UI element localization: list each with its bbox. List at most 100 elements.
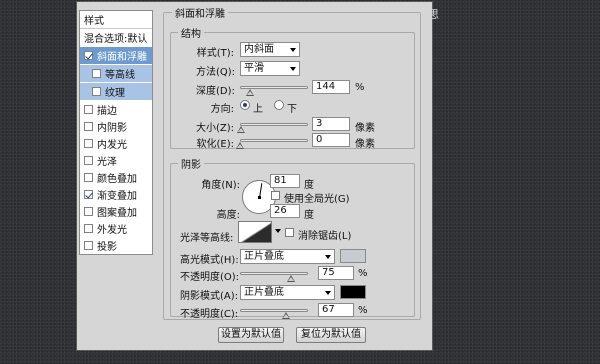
- size-label: 大小(Z):: [196, 123, 235, 134]
- styles-list: 样式 混合选项:默认 斜面和浮雕 等高线 纹理 描边 内阴影 内发光 光泽 颜色…: [79, 10, 153, 255]
- contour-checkbox[interactable]: [92, 69, 101, 78]
- angle-center: [258, 196, 261, 199]
- style-value: 内斜面: [244, 44, 274, 55]
- texture-checkbox[interactable]: [92, 87, 101, 96]
- anti-aliased-label: 消除锯齿(L): [298, 231, 352, 242]
- depth-label: 深度(D):: [196, 86, 235, 97]
- inner-glow-label: 内发光: [97, 140, 127, 151]
- styles-item-satin[interactable]: 光泽: [80, 152, 152, 169]
- altitude-label: 高度:: [216, 210, 240, 221]
- inner-shadow-checkbox[interactable]: [84, 122, 93, 131]
- altitude-unit: 度: [304, 210, 314, 221]
- technique-label: 方法(Q):: [196, 67, 236, 78]
- direction-up-radio[interactable]: [240, 100, 250, 110]
- chevron-down-icon: [290, 48, 296, 52]
- size-slider-track[interactable]: [240, 123, 308, 126]
- reset-default-button[interactable]: 复位为默认值: [296, 327, 366, 343]
- chevron-down-icon: [290, 67, 296, 71]
- highlight-opacity-label: 不透明度(O):: [180, 272, 240, 283]
- styles-header[interactable]: 样式: [80, 11, 152, 28]
- chevron-down-icon: [325, 255, 331, 259]
- gradient-overlay-checkbox[interactable]: [84, 190, 93, 199]
- soften-slider-thumb[interactable]: [236, 142, 244, 149]
- size-slider-thumb[interactable]: [236, 126, 245, 133]
- angle-label: 角度(N):: [201, 180, 240, 191]
- contour-curve-icon: [241, 222, 271, 242]
- contour-label: 等高线: [105, 70, 135, 81]
- blending-options-item[interactable]: 混合选项:默认: [80, 29, 152, 46]
- bevel-emboss-checkbox[interactable]: [84, 51, 93, 60]
- shading-title: 阴影: [178, 156, 204, 171]
- outer-glow-label: 外发光: [97, 225, 127, 236]
- styles-item-drop-shadow[interactable]: 投影: [80, 237, 152, 254]
- structure-title: 结构: [178, 25, 204, 40]
- style-label: 样式(T):: [196, 48, 234, 59]
- global-light-checkbox[interactable]: [271, 191, 280, 200]
- highlight-opacity-thumb[interactable]: [287, 275, 295, 282]
- inner-glow-checkbox[interactable]: [84, 139, 93, 148]
- texture-label: 纹理: [105, 88, 125, 99]
- technique-select[interactable]: 平滑: [240, 61, 300, 76]
- shadow-opacity-track[interactable]: [240, 309, 308, 312]
- satin-checkbox[interactable]: [84, 156, 93, 165]
- styles-item-bevel-emboss[interactable]: 斜面和浮雕: [80, 47, 152, 64]
- styles-item-stroke[interactable]: 描边: [80, 101, 152, 118]
- technique-value: 平滑: [244, 63, 264, 74]
- soften-input[interactable]: 0: [312, 133, 350, 147]
- satin-label: 光泽: [97, 157, 117, 168]
- stroke-label: 描边: [97, 106, 117, 117]
- gloss-contour-label: 光泽等高线:: [180, 233, 234, 244]
- depth-slider-thumb[interactable]: [245, 89, 254, 96]
- styles-item-texture[interactable]: 纹理: [80, 83, 152, 100]
- style-select[interactable]: 内斜面: [240, 42, 300, 57]
- angle-input[interactable]: 81: [270, 174, 300, 188]
- shadow-opacity-input[interactable]: 67: [318, 303, 354, 317]
- pattern-overlay-checkbox[interactable]: [84, 207, 93, 216]
- styles-item-color-overlay[interactable]: 颜色叠加: [80, 169, 152, 186]
- highlight-opacity-track[interactable]: [240, 272, 308, 275]
- drop-shadow-checkbox[interactable]: [84, 241, 93, 250]
- drop-shadow-label: 投影: [97, 242, 117, 253]
- inner-shadow-label: 内阴影: [97, 123, 127, 134]
- soften-slider-track[interactable]: [240, 139, 308, 142]
- styles-item-gradient-overlay[interactable]: 渐变叠加: [80, 186, 152, 203]
- highlight-mode-label: 高光模式(H):: [180, 255, 239, 266]
- highlight-opacity-input[interactable]: 75: [318, 266, 354, 280]
- styles-item-inner-shadow[interactable]: 内阴影: [80, 118, 152, 135]
- direction-down-label: 下: [287, 104, 297, 115]
- contour-dropdown-icon[interactable]: [275, 229, 281, 233]
- styles-item-inner-glow[interactable]: 内发光: [80, 135, 152, 152]
- depth-input[interactable]: 144: [312, 80, 350, 94]
- highlight-opacity-unit: %: [358, 268, 368, 279]
- styles-header-label: 样式: [84, 16, 104, 27]
- bevel-emboss-title: 斜面和浮雕: [172, 5, 228, 20]
- color-overlay-checkbox[interactable]: [84, 173, 93, 182]
- highlight-mode-select[interactable]: 正片叠底: [240, 249, 335, 264]
- make-default-button[interactable]: 设置为默认值: [218, 327, 284, 343]
- direction-label: 方向:: [210, 104, 234, 115]
- blending-options-label: 混合选项:默认: [84, 34, 148, 45]
- angle-unit: 度: [304, 180, 314, 191]
- styles-item-outer-glow[interactable]: 外发光: [80, 220, 152, 237]
- shadow-opacity-unit: %: [358, 305, 368, 316]
- shadow-opacity-label: 不透明度(C):: [180, 309, 239, 320]
- global-light-label: 使用全局光(G): [284, 194, 350, 205]
- size-unit: 像素: [355, 123, 375, 134]
- gloss-contour-preview[interactable]: [238, 221, 272, 243]
- stroke-checkbox[interactable]: [84, 105, 93, 114]
- styles-item-pattern-overlay[interactable]: 图案叠加: [80, 203, 152, 220]
- shadow-mode-select[interactable]: 正片叠底: [240, 285, 335, 300]
- anti-aliased-checkbox[interactable]: [285, 228, 294, 237]
- shadow-mode-label: 阴影模式(A):: [180, 291, 239, 302]
- highlight-mode-value: 正片叠底: [244, 251, 284, 262]
- highlight-color-swatch[interactable]: [340, 249, 366, 263]
- shadow-color-swatch[interactable]: [340, 285, 366, 299]
- size-input[interactable]: 3: [312, 117, 350, 131]
- outer-glow-checkbox[interactable]: [84, 224, 93, 233]
- gradient-overlay-label: 渐变叠加: [97, 191, 137, 202]
- bevel-emboss-label: 斜面和浮雕: [97, 52, 147, 63]
- styles-item-contour[interactable]: 等高线: [80, 65, 152, 82]
- altitude-input[interactable]: 26: [270, 204, 300, 218]
- direction-down-radio[interactable]: [274, 100, 284, 110]
- shadow-opacity-thumb[interactable]: [281, 312, 290, 319]
